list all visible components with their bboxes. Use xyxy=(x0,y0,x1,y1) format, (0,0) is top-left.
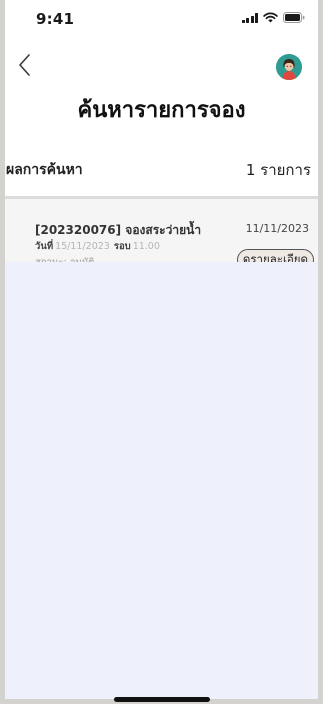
frame-edge-left xyxy=(0,0,5,704)
booking-title: [202320076] จองสระว่ายน้ำ xyxy=(35,223,202,237)
booking-card[interactable]: [202320076] จองสระว่ายน้ำ 11/11/2023 วัน… xyxy=(5,199,318,271)
status-bar: 9:41 xyxy=(0,0,323,40)
cellular-signal-icon xyxy=(241,12,258,23)
page-title: ค้นหารายการจอง xyxy=(77,98,246,123)
results-summary: ผลการค้นหา 1 รายการ xyxy=(0,147,323,185)
chevron-left-icon[interactable] xyxy=(16,52,36,78)
wifi-icon xyxy=(263,12,278,23)
home-indicator[interactable] xyxy=(114,697,210,702)
booking-schedule: วันที่ 15/11/2023 รอบ 11.00 xyxy=(35,239,164,254)
status-time: 9:41 xyxy=(36,10,75,28)
user-avatar-icon[interactable] xyxy=(276,54,302,80)
booking-round-label: รอบ xyxy=(113,241,131,252)
booking-day-label: วันที่ xyxy=(35,241,54,252)
results-count: 1 รายการ xyxy=(245,161,311,179)
booking-round-value: 11.00 xyxy=(132,241,160,252)
header: ค้นหารายการจอง xyxy=(0,44,323,124)
results-label: ผลการค้นหา xyxy=(6,162,83,178)
booking-day-value: 15/11/2023 xyxy=(55,241,110,252)
phone-screen: 9:41 ค้นหารายการจอง ผลการค้นหา 1 รายการ … xyxy=(0,0,323,704)
battery-icon xyxy=(283,12,305,23)
frame-edge-right xyxy=(318,0,323,704)
content-area xyxy=(5,262,318,699)
status-icons xyxy=(241,12,306,23)
booking-created-date: 11/11/2023 xyxy=(245,222,309,235)
